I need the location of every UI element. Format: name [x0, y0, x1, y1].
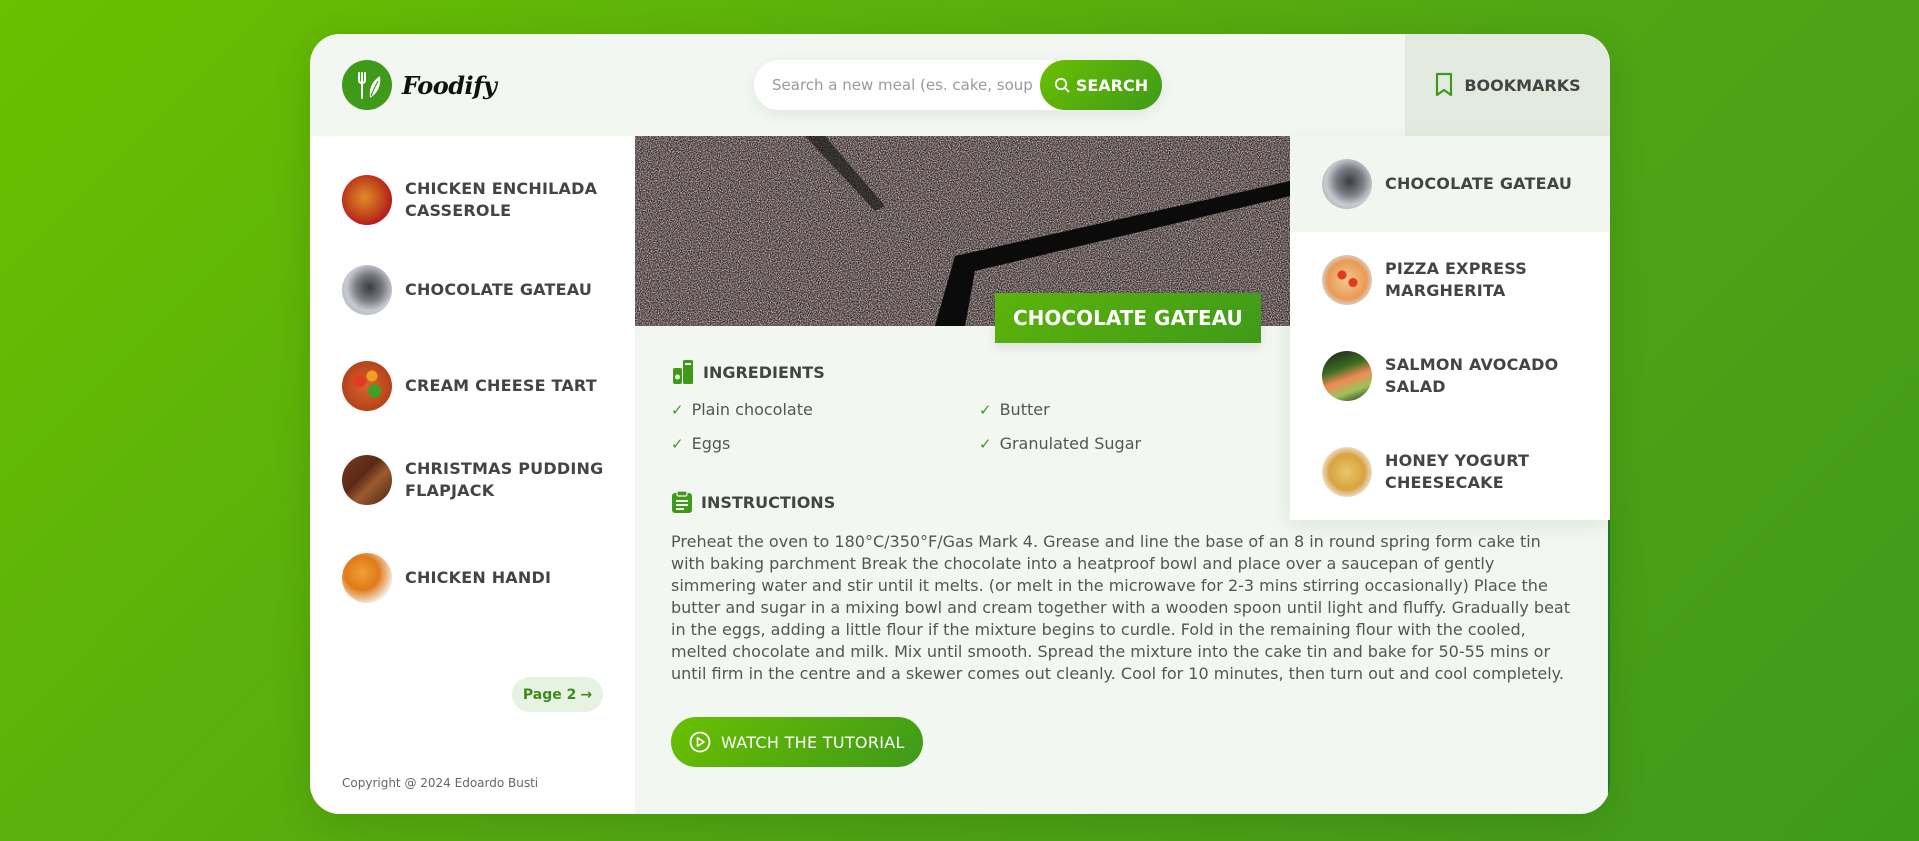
recipe-thumbnail [342, 265, 392, 315]
check-icon: ✓ [671, 400, 684, 419]
ingredient-item: ✓ Eggs [671, 434, 731, 453]
bookmark-item[interactable]: PIZZA EXPRESS MARGHERITA [1290, 232, 1610, 328]
ingredient-item: ✓ Plain chocolate [671, 400, 813, 419]
bookmark-title: HONEY YOGURT CHEESECAKE [1385, 451, 1530, 492]
result-title: CREAM CHEESE TART [405, 376, 597, 395]
recipe-thumbnail [1322, 159, 1372, 209]
recipe-thumbnail [342, 175, 392, 225]
bookmarks-button-label: BOOKMARKS [1464, 75, 1581, 95]
recipe-title: CHOCOLATE GATEAU [995, 293, 1261, 343]
result-item[interactable]: CHRISTMAS PUDDING FLAPJACK [342, 450, 622, 510]
bookmark-icon [1436, 72, 1453, 97]
bookmark-title: SALMON AVOCADO SALAD [1385, 355, 1559, 396]
recipe-thumbnail [342, 455, 392, 505]
scroll-edge [1608, 520, 1610, 814]
search-form: SEARCH [754, 60, 1162, 110]
instructions-heading-label: INSTRUCTIONS [701, 492, 836, 512]
result-title: CHOCOLATE GATEAU [405, 280, 593, 299]
search-button-label: SEARCH [1075, 75, 1149, 95]
instructions-text: Preheat the oven to 180°C/350°F/Gas Mark… [671, 532, 1570, 683]
fork-leaf-icon [342, 60, 392, 110]
result-item[interactable]: CREAM CHEESE TART [342, 356, 622, 416]
arrow-right-icon: → [580, 686, 593, 703]
ingredient-item: ✓ Granulated Sugar [979, 434, 1142, 453]
recipe-thumbnail [1322, 351, 1372, 401]
bookmark-title: CHOCOLATE GATEAU [1385, 174, 1573, 193]
copyright: Copyright @ 2024 Edoardo Busti [342, 776, 539, 790]
recipe-thumbnail [342, 361, 392, 411]
brand-name: Foodify [402, 70, 497, 100]
header: Foodify SEARCH BOOKMARKS [310, 34, 1610, 136]
ingredients-heading: INGREDIENTS [671, 359, 825, 385]
check-icon: ✓ [671, 434, 684, 453]
play-circle-icon [689, 731, 711, 753]
check-icon: ✓ [979, 400, 992, 419]
recipe-thumbnail [1322, 255, 1372, 305]
bookmark-item[interactable]: CHOCOLATE GATEAU [1290, 136, 1610, 232]
search-button[interactable]: SEARCH [1040, 60, 1162, 110]
check-icon: ✓ [979, 434, 992, 453]
bookmark-item[interactable]: HONEY YOGURT CHEESECAKE [1290, 424, 1610, 520]
search-icon [1054, 77, 1070, 93]
recipe-thumbnail [1322, 447, 1372, 497]
bookmarks-button[interactable]: BOOKMARKS [1405, 34, 1610, 136]
logo[interactable]: Foodify [342, 60, 497, 110]
ingredient-item: ✓ Butter [979, 400, 1050, 419]
result-item[interactable]: CHOCOLATE GATEAU [342, 260, 622, 320]
recipe-thumbnail [342, 553, 392, 603]
result-item[interactable]: CHICKEN ENCHILADA CASSEROLE [342, 170, 622, 230]
next-page-button[interactable]: Page 2 → [512, 677, 603, 712]
result-title: CHICKEN HANDI [405, 568, 552, 587]
app-window: Foodify SEARCH BOOKMARKS CHICKEN ENCHI [310, 34, 1610, 814]
instructions-heading: INSTRUCTIONS [671, 490, 835, 514]
search-results-sidebar: CHICKEN ENCHILADA CASSEROLE CHOCOLATE GAT… [310, 136, 635, 814]
bookmark-title: PIZZA EXPRESS MARGHERITA [1385, 259, 1528, 300]
ingredients-heading-label: INGREDIENTS [703, 362, 825, 382]
watch-tutorial-label: WATCH THE TUTORIAL [721, 732, 905, 752]
search-input[interactable] [772, 60, 1032, 110]
result-title: CHRISTMAS PUDDING FLAPJACK [405, 459, 604, 500]
result-item[interactable]: CHICKEN HANDI [342, 548, 622, 608]
pagination-label: Page 2 [522, 686, 577, 703]
clipboard-icon [672, 490, 692, 513]
watch-tutorial-button[interactable]: WATCH THE TUTORIAL [671, 717, 923, 767]
result-title: CHICKEN ENCHILADA CASSEROLE [405, 179, 598, 220]
ingredients-icon [673, 360, 693, 384]
bookmarks-dropdown: CHOCOLATE GATEAU PIZZA EXPRESS MARGHERITA… [1290, 136, 1610, 520]
bookmark-item[interactable]: SALMON AVOCADO SALAD [1290, 328, 1610, 424]
